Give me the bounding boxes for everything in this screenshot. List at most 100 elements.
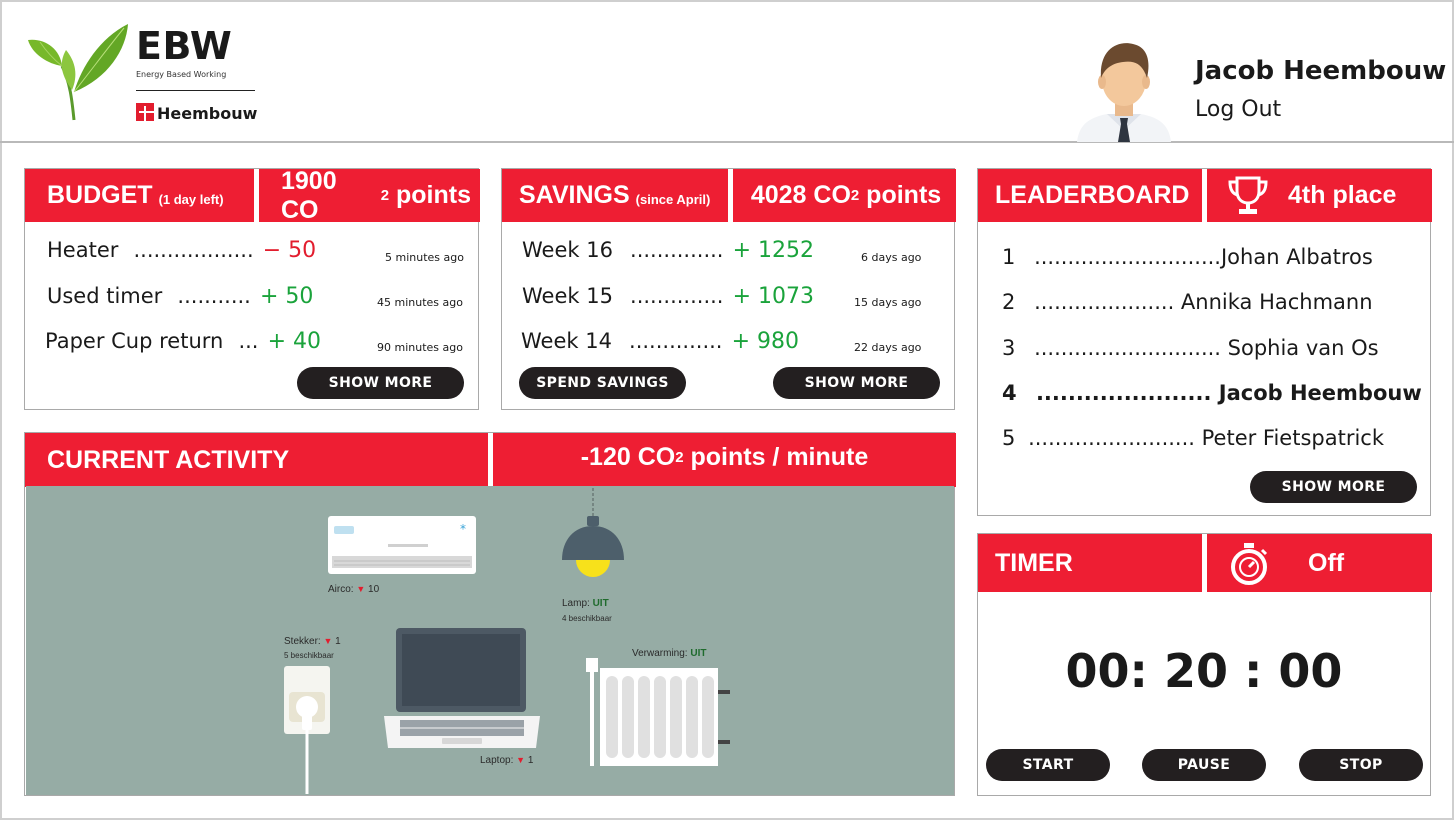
budget-item-time: 5 minutes ago xyxy=(385,251,464,264)
budget-points: 1900 CO 2 points xyxy=(281,166,471,224)
airco-icon[interactable]: * xyxy=(328,516,478,576)
savings-panel: SAVINGS (since April) 4028 CO 2 points We… xyxy=(501,168,956,410)
co2-subscript: 2 xyxy=(675,448,684,466)
laptop-label: Laptop: ▼ 1 xyxy=(480,755,534,766)
leaderboard-name: Jacob Heembouw xyxy=(1218,381,1422,405)
trophy-icon xyxy=(1228,176,1268,214)
dot-leader: ...................... xyxy=(1035,381,1219,405)
decrease-arrow-icon: ▼ xyxy=(516,755,526,765)
savings-item-label: Week 16 xyxy=(522,238,613,262)
heembouw-logo-icon xyxy=(136,103,154,121)
leaderboard-row-current-user: 4 ...................... Jacob Heembouw xyxy=(1002,381,1422,405)
savings-item-time: 6 days ago xyxy=(861,251,922,264)
budget-item: Heater .................. − 50 xyxy=(47,238,316,263)
stekker-label: Stekker: ▼ 1 xyxy=(284,636,341,647)
avatar xyxy=(1077,43,1171,142)
budget-item-time: 90 minutes ago xyxy=(377,341,463,354)
leaderboard-rank: 4 xyxy=(1002,381,1017,405)
dot-leader: ..................... xyxy=(1034,290,1181,314)
timer-panel: TIMER Off 00: 20 : 00 START PAUSE STOP xyxy=(977,533,1432,796)
budget-panel: BUDGET (1 day left) 1900 CO 2 points Heat… xyxy=(24,166,480,410)
timer-status: Off xyxy=(1308,534,1388,592)
leaderboard-name: Annika Hachmann xyxy=(1180,290,1373,314)
header-separator xyxy=(728,169,733,222)
budget-show-more-button[interactable]: SHOW MORE xyxy=(297,367,464,399)
dot-leader: ... xyxy=(238,329,259,353)
timer-stop-button[interactable]: STOP xyxy=(1299,749,1423,781)
savings-item-label: Week 15 xyxy=(522,284,613,308)
dot-leader: .............. xyxy=(630,284,724,308)
dot-leader: ......................... xyxy=(1028,426,1202,450)
budget-subtitle: (1 day left) xyxy=(158,191,224,207)
leaderboard-title: LEADERBOARD xyxy=(995,181,1190,209)
savings-item-time: 22 days ago xyxy=(854,341,922,354)
co2-subscript: 2 xyxy=(850,187,860,204)
savings-item-value: + 980 xyxy=(731,329,800,354)
stopwatch-icon xyxy=(1231,543,1268,585)
activity-scene: * Airco: ▼ 10 Lamp: UIT 4 beschikbaar St… xyxy=(26,486,954,795)
header: EBW Energy Based Working Heembouw Jacob … xyxy=(0,0,1454,143)
user-name: Jacob Heembouw xyxy=(1195,56,1447,86)
savings-show-more-button[interactable]: SHOW MORE xyxy=(773,367,940,399)
leaderboard-rank: 1 xyxy=(1002,245,1016,269)
leaderboard-name: Sophia van Os xyxy=(1227,336,1379,360)
budget-title: BUDGET xyxy=(47,181,153,209)
dot-leader: .................. xyxy=(133,238,254,262)
savings-item: Week 16 .............. + 1252 xyxy=(522,238,814,263)
leaderboard-rank: 5 xyxy=(1002,426,1016,450)
timer-start-button[interactable]: START xyxy=(986,749,1110,781)
timer-display: 00: 20 : 00 xyxy=(1065,644,1343,698)
header-separator xyxy=(1202,534,1207,592)
savings-title: SAVINGS xyxy=(519,181,630,209)
savings-points-unit: points xyxy=(859,181,942,209)
dot-leader: .............. xyxy=(630,238,724,262)
leaderboard-row: 2 ..................... Annika Hachmann xyxy=(1002,290,1373,314)
spend-savings-button[interactable]: SPEND SAVINGS xyxy=(519,367,686,399)
decrease-arrow-icon: ▼ xyxy=(323,636,333,646)
svg-text:*: * xyxy=(460,522,466,536)
dot-leader: ............................ xyxy=(1034,245,1221,269)
leaf-logo-icon xyxy=(28,24,128,121)
leaderboard-place: 4th place xyxy=(1288,169,1408,222)
decrease-arrow-icon: ▼ xyxy=(356,584,366,594)
timer-title: TIMER xyxy=(995,548,1073,577)
leaderboard-row: 1 ............................Johan Alba… xyxy=(1002,245,1373,269)
budget-item-value: + 50 xyxy=(259,284,314,309)
budget-item-value: − 50 xyxy=(262,238,317,263)
brand-name: EBW xyxy=(136,24,233,68)
laptop-icon[interactable] xyxy=(380,624,544,752)
savings-item-value: + 1252 xyxy=(732,238,815,263)
leaderboard-place-value: 4th place xyxy=(1288,181,1397,209)
budget-item-label: Paper Cup return xyxy=(45,329,224,353)
activity-rate-unit: points / minute xyxy=(683,442,869,471)
logout-link[interactable]: Log Out xyxy=(1195,97,1281,122)
budget-item: Used timer ........... + 50 xyxy=(47,284,313,309)
header-separator xyxy=(1202,169,1207,222)
dot-leader: ............................ xyxy=(1034,336,1228,360)
budget-item-label: Heater xyxy=(47,238,119,262)
leaderboard-show-more-button[interactable]: SHOW MORE xyxy=(1250,471,1417,503)
budget-item-time: 45 minutes ago xyxy=(377,296,463,309)
stekker-available: 5 beschikbaar xyxy=(284,651,334,660)
lamp-icon[interactable] xyxy=(554,488,632,584)
savings-item-value: + 1073 xyxy=(732,284,815,309)
leaderboard-panel: LEADERBOARD 4th place 1 ................… xyxy=(977,168,1432,516)
socket-icon[interactable] xyxy=(284,664,332,794)
timer-status-value: Off xyxy=(1308,548,1345,577)
timer-pause-button[interactable]: PAUSE xyxy=(1142,749,1266,781)
savings-subtitle: (since April) xyxy=(635,191,711,207)
leaderboard-name: Peter Fietspatrick xyxy=(1201,426,1385,450)
budget-item-label: Used timer xyxy=(47,284,163,308)
brand-subtitle: Energy Based Working xyxy=(136,70,227,79)
budget-points-unit: points xyxy=(389,181,471,209)
leaderboard-name: Johan Albatros xyxy=(1220,245,1373,269)
activity-rate-value: -120 CO xyxy=(580,442,676,471)
radiator-icon[interactable] xyxy=(582,656,732,768)
dot-leader: .............. xyxy=(629,329,723,353)
leaderboard-rank: 2 xyxy=(1002,290,1016,314)
budget-points-value: 1900 CO xyxy=(281,166,337,224)
savings-item: Week 15 .............. + 1073 xyxy=(522,284,814,309)
brand-divider xyxy=(136,90,255,91)
leaderboard-row: 5 ......................... Peter Fietsp… xyxy=(1002,426,1384,450)
budget-item: Paper Cup return ... + 40 xyxy=(45,329,321,354)
